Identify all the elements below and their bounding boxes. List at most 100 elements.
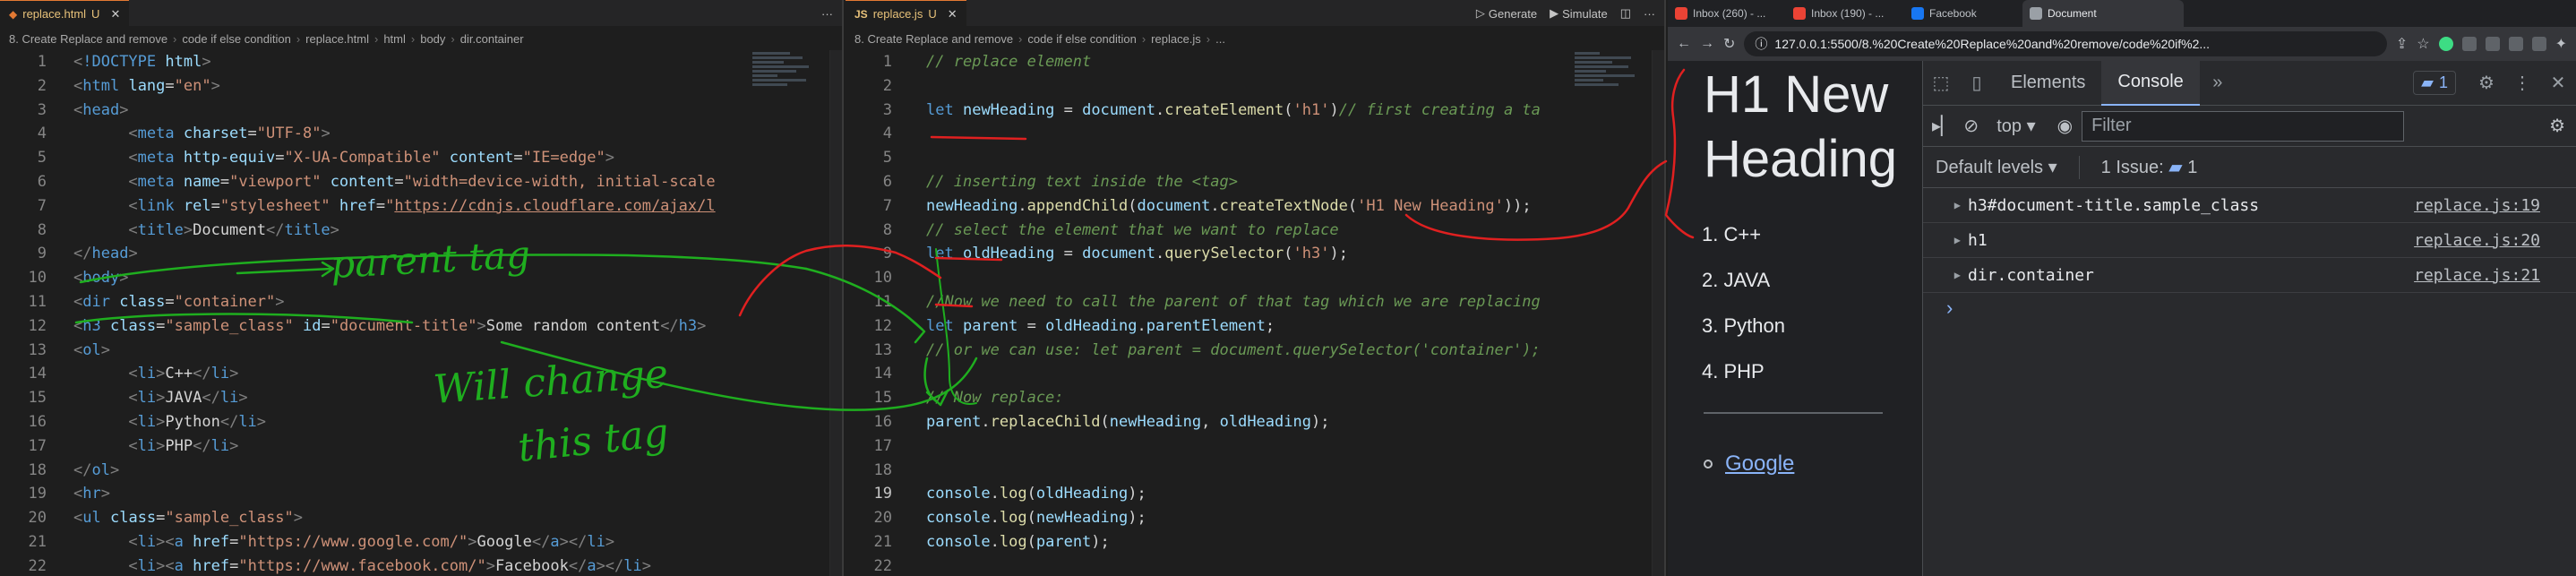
inspect-icon[interactable]: ⬚ (1923, 72, 1959, 94)
code-line[interactable]: 19 console.log(oldHeading); (846, 482, 1664, 506)
code-line[interactable]: 21 console.log(parent); (846, 530, 1664, 555)
expand-triangle-icon[interactable]: ▶ (1923, 199, 1968, 211)
code-line[interactable]: 12 let parent = oldHeading.parentElement; (846, 314, 1664, 339)
close-icon[interactable]: ✕ (948, 7, 957, 21)
kebab-menu-icon[interactable]: ⋮ (2504, 72, 2540, 94)
extension-icon[interactable] (2531, 37, 2546, 51)
code-line[interactable]: 14 (846, 362, 1664, 386)
code-line[interactable]: 15 <li>JAVA</li> (0, 386, 842, 410)
sidebar-toggle-icon[interactable]: ▸▏ (1932, 115, 1954, 137)
scrollbar[interactable] (1652, 50, 1664, 576)
close-icon[interactable]: ✕ (110, 7, 120, 21)
console-source-link[interactable]: replace.js:21 (2414, 266, 2540, 285)
code-line[interactable]: 20 console.log(newHeading); (846, 506, 1664, 530)
code-area[interactable]: 1 // replace element 2 3 let newHeading = do… (846, 50, 1664, 576)
more-icon[interactable]: ··· (1644, 7, 1655, 21)
breadcrumb-item[interactable]: code if else condition (182, 32, 290, 46)
code-line[interactable]: 22 (846, 555, 1664, 576)
browser-tab[interactable]: Facebook (1904, 0, 2021, 27)
issue-counter[interactable]: 1 Issue: ▰ 1 (2101, 156, 2198, 178)
breadcrumb-item[interactable]: code if else condition (1027, 32, 1136, 46)
code-line[interactable]: 11 <dir class="container"> (0, 290, 842, 314)
address-bar[interactable]: ⓘ 127.0.0.1:5500/8.%20Create%20Replace%2… (1744, 31, 2387, 56)
code-line[interactable]: 3 <head> (0, 99, 842, 123)
google-link[interactable]: Google (1725, 451, 1794, 477)
puzzle-icon[interactable]: ✦ (2555, 35, 2567, 53)
code-line[interactable]: 4 <meta charset="UTF-8"> (0, 122, 842, 146)
code-line[interactable]: 7 <link rel="stylesheet" href="https://c… (0, 194, 842, 219)
breadcrumb-item[interactable]: replace.html (305, 32, 369, 46)
console-source-link[interactable]: replace.js:20 (2414, 231, 2540, 250)
code-line[interactable]: 3 let newHeading = document.createElement… (846, 99, 1664, 123)
close-icon[interactable]: ✕ (2540, 72, 2576, 94)
issues-badge[interactable]: ▰ 1 (2413, 71, 2456, 95)
browser-tab-active[interactable]: Document (2022, 0, 2184, 27)
extension-icon[interactable] (2438, 37, 2453, 51)
reload-icon[interactable]: ↻ (1723, 35, 1735, 53)
clear-console-icon[interactable]: ⊘ (1963, 115, 1979, 137)
minimap[interactable] (752, 50, 815, 176)
code-line[interactable]: 10 (846, 266, 1664, 290)
console-log-row[interactable]: ▶ dir.container replace.js:21 (1923, 258, 2576, 293)
more-tabs-icon[interactable]: » (2200, 73, 2236, 93)
code-line[interactable]: 7 newHeading.appendChild(document.createT… (846, 194, 1664, 219)
code-line[interactable]: 2 <html lang="en"> (0, 74, 842, 99)
scrollbar[interactable] (829, 50, 842, 576)
code-line[interactable]: 2 (846, 74, 1664, 99)
breadcrumb-item[interactable]: dir.container (460, 32, 524, 46)
generate-button[interactable]: ▷ Generate (1476, 6, 1537, 21)
back-icon[interactable]: ← (1677, 36, 1691, 52)
console-source-link[interactable]: replace.js:19 (2414, 196, 2540, 215)
levels-dropdown[interactable]: Default levels ▾ (1936, 156, 2057, 178)
browser-tab[interactable]: Inbox (190) - ... (1786, 0, 1902, 27)
tab-console[interactable]: Console (2101, 60, 2200, 106)
code-line[interactable]: 22 <li><a href="https://www.facebook.com… (0, 555, 842, 576)
code-line[interactable]: 8 <title>Document</title> (0, 219, 842, 243)
breadcrumb-item[interactable]: replace.js (1151, 32, 1201, 46)
console-log-row[interactable]: ▶ h1 replace.js:20 (1923, 223, 2576, 258)
code-line[interactable]: 18 </ol> (0, 459, 842, 483)
code-line[interactable]: 5 (846, 146, 1664, 170)
code-line[interactable]: 19 <hr> (0, 482, 842, 506)
breadcrumb-item[interactable]: 8. Create Replace and remove (9, 32, 167, 46)
code-line[interactable]: 9 </head> (0, 242, 842, 266)
code-line[interactable]: 13 <ol> (0, 339, 842, 363)
code-line[interactable]: 20 <ul class="sample_class"> (0, 506, 842, 530)
code-line[interactable]: 1 // replace element (846, 50, 1664, 74)
breadcrumb-item[interactable]: ... (1215, 32, 1225, 46)
star-icon[interactable]: ☆ (2417, 35, 2429, 53)
code-line[interactable]: 21 <li><a href="https://www.google.com/"… (0, 530, 842, 555)
forward-icon[interactable]: → (1700, 36, 1714, 52)
code-line[interactable]: 13 // or we can use: let parent = documen… (846, 339, 1664, 363)
filter-input[interactable]: Filter (2082, 110, 2405, 142)
code-line[interactable]: 14 <li>C++</li> (0, 362, 842, 386)
code-line[interactable]: 9 let oldHeading = document.querySelector… (846, 242, 1664, 266)
code-line[interactable]: 8 // select the element that we want to r… (846, 219, 1664, 243)
breadcrumb-item[interactable]: html (383, 32, 406, 46)
simulate-button[interactable]: ▶ Simulate (1550, 6, 1608, 21)
code-line[interactable]: 5 <meta http-equiv="X-UA-Compatible" con… (0, 146, 842, 170)
breadcrumb-item[interactable]: body (420, 32, 445, 46)
code-line[interactable]: 17 (846, 434, 1664, 459)
extension-icon[interactable] (2508, 37, 2523, 51)
browser-tab[interactable]: Inbox (260) - ... (1668, 0, 1784, 27)
expand-triangle-icon[interactable]: ▶ (1923, 269, 1968, 281)
code-line[interactable]: 11 //Now we need to call the parent of th… (846, 290, 1664, 314)
tab-elements[interactable]: Elements (1995, 61, 2101, 106)
extension-icon[interactable] (2461, 37, 2477, 51)
code-line[interactable]: 15 // Now replace: (846, 386, 1664, 410)
console-prompt[interactable]: › (1923, 293, 2576, 323)
code-line[interactable]: 16 parent.replaceChild(newHeading, oldHea… (846, 410, 1664, 434)
console-log-row[interactable]: ▶ h3#document-title.sample_class replace.j… (1923, 188, 2576, 223)
code-line[interactable]: 18 (846, 459, 1664, 483)
minimap[interactable] (1575, 50, 1637, 176)
context-select[interactable]: top ▾ (1996, 115, 2035, 137)
gear-icon[interactable]: ⚙ (2549, 115, 2565, 137)
code-line[interactable]: 1 <!DOCTYPE html> (0, 50, 842, 74)
code-line[interactable]: 12 <h3 class="sample_class" id="document-… (0, 314, 842, 339)
more-icon[interactable]: ··· (821, 7, 833, 21)
device-toolbar-icon[interactable]: ▯ (1959, 72, 1995, 94)
code-line[interactable]: 10 <body> (0, 266, 842, 290)
code-area[interactable]: 1 <!DOCTYPE html> 2 <html lang="en"> 3 <head>… (0, 50, 842, 576)
gear-icon[interactable]: ⚙ (2469, 72, 2504, 94)
